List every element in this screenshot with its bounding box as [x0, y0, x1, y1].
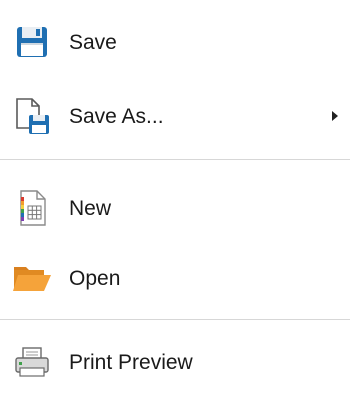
menu-item-save-as[interactable]: Save As...	[0, 94, 350, 138]
menu-item-label: Save	[69, 30, 117, 54]
menu-item-label: Print Preview	[69, 350, 193, 374]
menu-separator	[0, 319, 350, 320]
file-menu: Save Save As... New Open Print Preview	[0, 0, 350, 396]
save-as-icon	[12, 96, 52, 136]
menu-item-label: Save As...	[69, 104, 164, 128]
menu-item-label: Open	[69, 266, 121, 290]
menu-item-print-preview[interactable]: Print Preview	[0, 340, 350, 384]
new-spreadsheet-icon	[12, 188, 52, 228]
folder-open-icon	[12, 258, 52, 298]
printer-icon	[12, 342, 52, 382]
floppy-disk-icon	[12, 22, 52, 62]
menu-item-new[interactable]: New	[0, 186, 350, 230]
menu-item-save[interactable]: Save	[0, 20, 350, 64]
menu-separator	[0, 159, 350, 160]
submenu-arrow-icon	[332, 111, 338, 121]
menu-item-open[interactable]: Open	[0, 256, 350, 300]
menu-item-label: New	[69, 196, 112, 220]
